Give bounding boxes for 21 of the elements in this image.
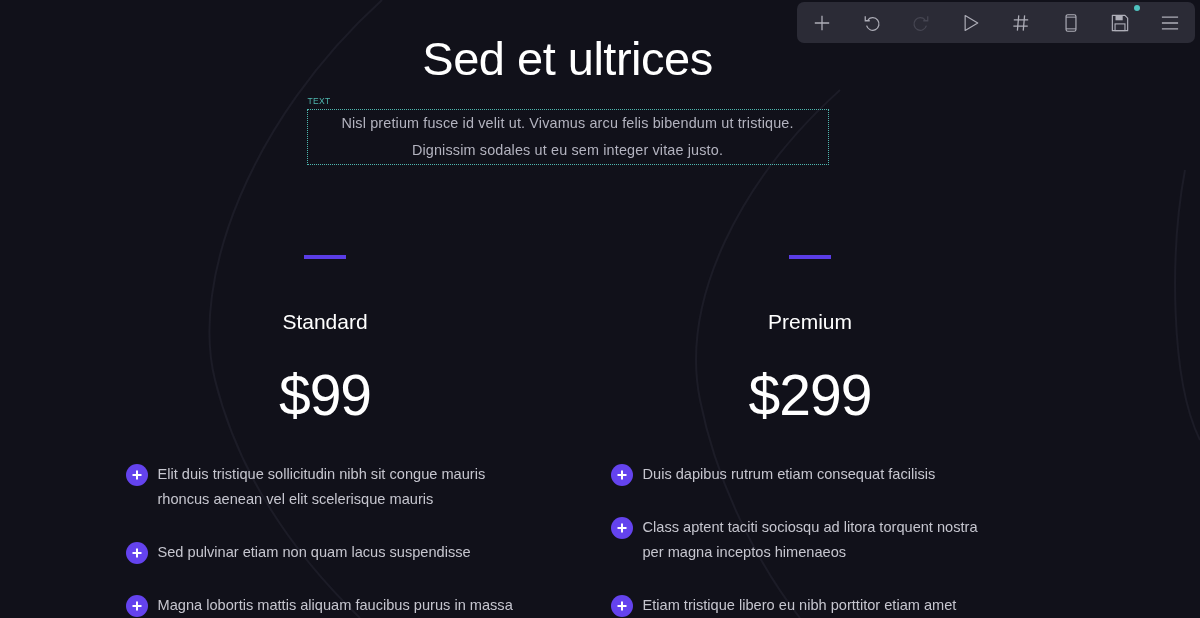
- plus-circle-icon: [125, 595, 148, 617]
- intro-paragraph: Nisl pretium fusce id velit ut. Vivamus arcu felis bibendum ut tristique. Dignissim sodales ut eu sem integer vitae justo.: [307, 110, 828, 164]
- accent-dash: [304, 255, 346, 259]
- feature-text: Class aptent taciti sociosqu ad litora torquent nostra per magna inceptos himenaeos: [642, 518, 979, 562]
- feature-text: Sed pulvinar etiam non quam lacus suspendisse: [157, 543, 472, 562]
- plan-price: $99: [277, 365, 373, 425]
- selection-label: TEXT: [307, 96, 331, 106]
- plus-circle-icon: [610, 464, 633, 486]
- feature-text: Elit duis tristique sollicitudin nibh sit congue mauris rhoncus aenean vel elit scelerisque mauris: [157, 465, 487, 509]
- page-heading: Sed et ultrices: [422, 35, 713, 82]
- feature-text: Magna lobortis mattis aliquam faucibus purus in massa: [157, 596, 514, 615]
- plus-circle-icon: [610, 595, 633, 617]
- accent-dash: [789, 255, 831, 259]
- plus-circle-icon: [610, 517, 633, 539]
- plus-circle-icon: [125, 542, 148, 564]
- feature-text: Duis dapibus rutrum etiam consequat facilisis: [642, 465, 937, 484]
- plan-name: Standard: [281, 309, 369, 335]
- plus-circle-icon: [125, 464, 148, 486]
- plan-price: $299: [747, 365, 873, 425]
- feature-text: Etiam tristique libero eu nibh porttitor etiam amet: [642, 596, 958, 615]
- plan-name: Premium: [767, 309, 853, 335]
